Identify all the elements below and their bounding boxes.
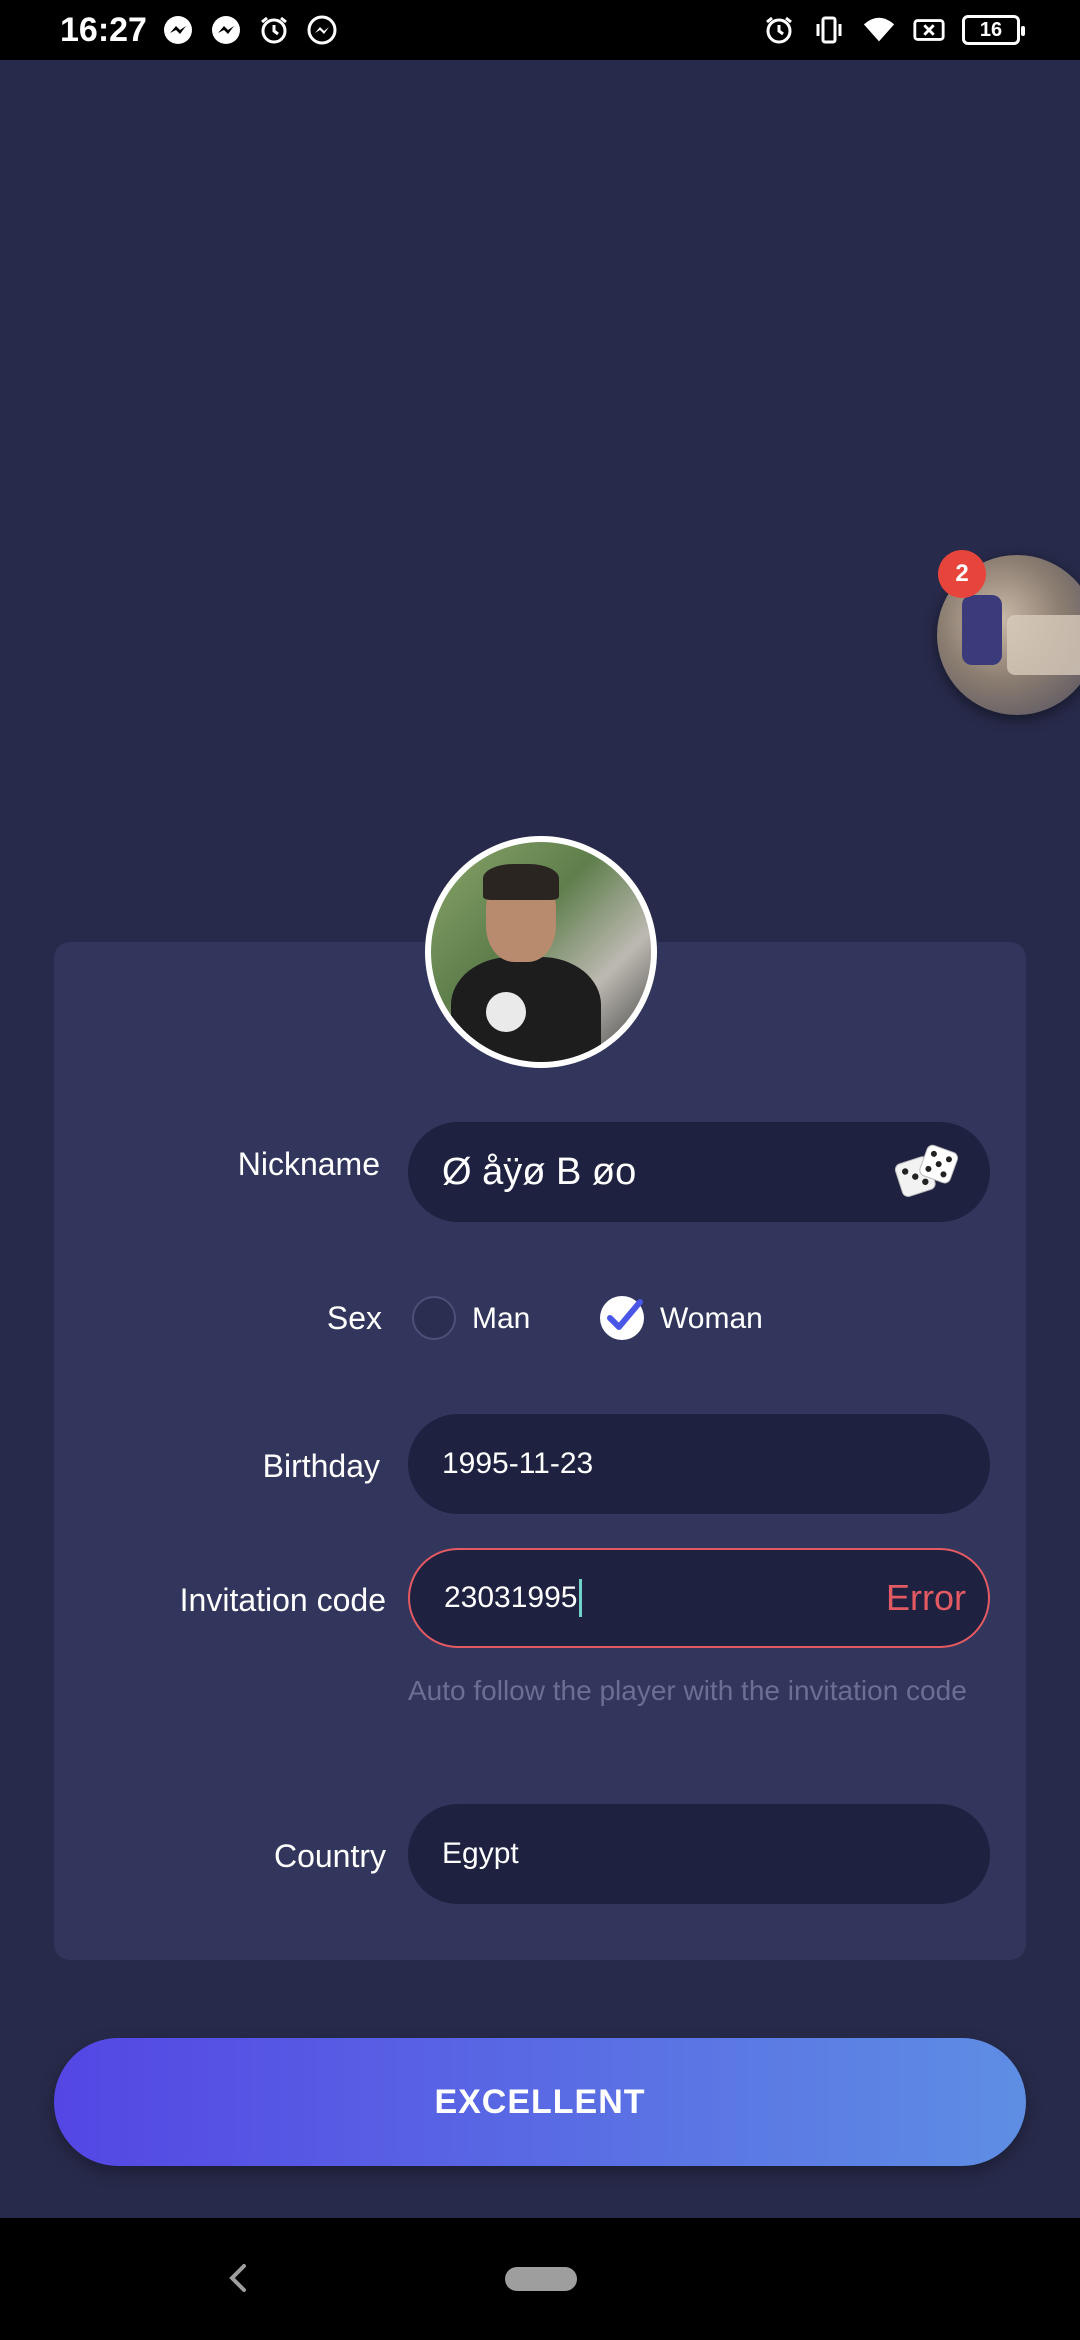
alarm-icon [257, 13, 291, 47]
sex-radio-woman[interactable] [600, 1296, 644, 1340]
birthday-value: 1995-11-23 [442, 1447, 594, 1480]
status-time: 16:27 [60, 10, 147, 49]
back-icon[interactable] [218, 2256, 258, 2300]
status-bar: 16:27 16 [0, 0, 1080, 60]
checkmark-icon [607, 1299, 643, 1330]
country-field[interactable]: Egypt [408, 1804, 990, 1904]
alarm-icon [762, 13, 796, 47]
invitation-code-label: Invitation code [179, 1582, 386, 1618]
invitation-code-input[interactable]: 23031995 Error [408, 1548, 990, 1648]
sex-label: Sex [326, 1300, 382, 1336]
sex-radio-man[interactable] [412, 1296, 456, 1340]
sex-option-woman-label[interactable]: Woman [660, 1302, 763, 1336]
country-label: Country [273, 1838, 386, 1874]
avatar-shirt [451, 957, 601, 1062]
battery-icon: 16 [962, 15, 1025, 45]
nickname-field[interactable]: Ø åÿø B øo [408, 1122, 990, 1222]
invitation-code-error: Error [886, 1577, 966, 1618]
avatar[interactable] [425, 836, 657, 1068]
sex-option-man-label[interactable]: Man [472, 1302, 530, 1336]
chat-head-figure [962, 595, 1002, 665]
avatar-hair [483, 864, 559, 900]
status-bar-right: 16 [762, 13, 1025, 47]
excellent-button[interactable]: EXCELLENT [54, 2038, 1026, 2166]
chat-head-background [1007, 615, 1080, 675]
invitation-code-value: 23031995 [444, 1581, 578, 1614]
avatar-photo [431, 842, 651, 1062]
avatar-shirt-print [486, 992, 526, 1032]
birthday-field[interactable]: 1995-11-23 [408, 1414, 990, 1514]
messenger-icon [161, 13, 195, 47]
invitation-code-hint: Auto follow the player with the invitati… [408, 1675, 967, 1706]
system-nav-bar [0, 2218, 1080, 2340]
text-cursor [579, 1579, 583, 1617]
country-value: Egypt [442, 1837, 519, 1870]
notification-badge: 2 [938, 550, 986, 598]
status-bar-left: 16:27 [60, 11, 339, 50]
vibrate-icon [812, 13, 846, 47]
dice-icon[interactable] [894, 1144, 959, 1200]
home-pill-button[interactable] [505, 2267, 577, 2291]
messenger-icon [209, 13, 243, 47]
no-sim-icon [912, 13, 946, 47]
nickname-label: Nickname [237, 1146, 380, 1182]
birthday-label: Birthday [262, 1448, 380, 1484]
wifi-icon [862, 13, 896, 47]
messenger-icon [305, 13, 339, 47]
nickname-value: Ø åÿø B øo [442, 1150, 637, 1193]
